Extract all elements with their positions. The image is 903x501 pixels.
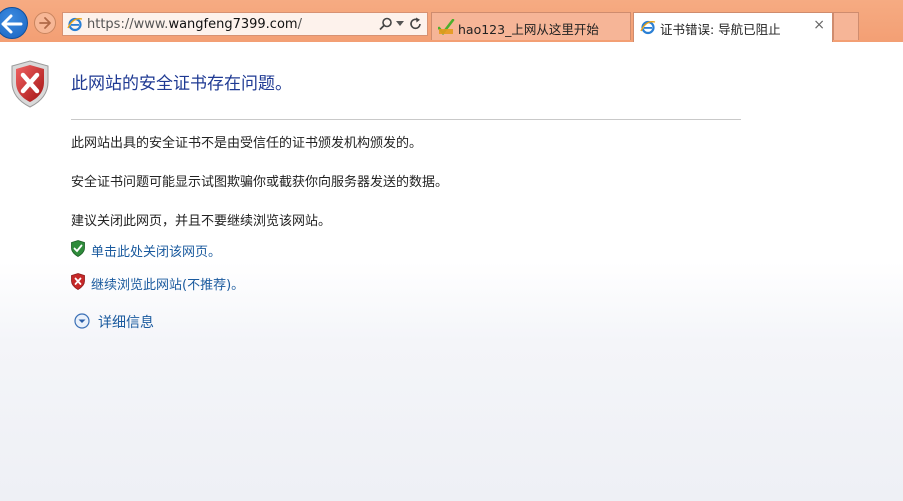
- refresh-icon[interactable]: [409, 17, 423, 31]
- browser-toolbar: https://www.wangfeng7399.com/ hao123_上网从…: [0, 0, 903, 42]
- chevron-down-circle-icon: [74, 313, 90, 329]
- divider: [71, 119, 741, 120]
- forward-arrow-icon: [39, 17, 51, 29]
- ie-icon: [640, 20, 656, 35]
- hao123-icon: [438, 19, 455, 35]
- close-icon[interactable]: ×: [813, 17, 825, 33]
- shield-check-icon: [71, 240, 85, 257]
- close-page-link-text[interactable]: 单击此处关闭该网页。: [91, 241, 221, 260]
- message-recommendation: 建议关闭此网页，并且不要继续浏览该网站。: [71, 214, 332, 229]
- message-untrusted: 此网站出具的安全证书不是由受信任的证书颁发机构颁发的。: [71, 136, 423, 151]
- back-arrow-icon: [1, 14, 23, 34]
- message-risk: 安全证书问题可能显示试图欺骗你或截获你向服务器发送的数据。: [71, 175, 449, 190]
- continue-link-text[interactable]: 继续浏览此网站(不推荐)。: [91, 274, 244, 293]
- page-title: 此网站的安全证书存在问题。: [71, 74, 292, 94]
- tab-title: 证书错误: 导航已阻止: [660, 22, 781, 37]
- shield-error-icon: [11, 60, 49, 108]
- chevron-down-icon[interactable]: [396, 21, 404, 27]
- ie-icon: [67, 17, 83, 32]
- tab-certificate-error[interactable]: 证书错误: 导航已阻止 ×: [633, 12, 833, 42]
- address-bar[interactable]: https://www.wangfeng7399.com/: [62, 12, 428, 36]
- back-button[interactable]: [0, 7, 28, 39]
- shield-error-small-icon: [71, 273, 85, 290]
- more-info-text[interactable]: 详细信息: [98, 312, 154, 332]
- forward-button[interactable]: [34, 12, 56, 34]
- tab-title: hao123_上网从这里开始: [458, 22, 599, 37]
- url-text[interactable]: https://www.wangfeng7399.com/: [87, 17, 302, 32]
- certificate-error-page: 此网站的安全证书存在问题。 此网站出具的安全证书不是由受信任的证书颁发机构颁发的…: [0, 42, 903, 501]
- new-tab-button[interactable]: [833, 12, 859, 40]
- tab-hao123[interactable]: hao123_上网从这里开始: [431, 12, 631, 40]
- search-icon[interactable]: [379, 17, 393, 31]
